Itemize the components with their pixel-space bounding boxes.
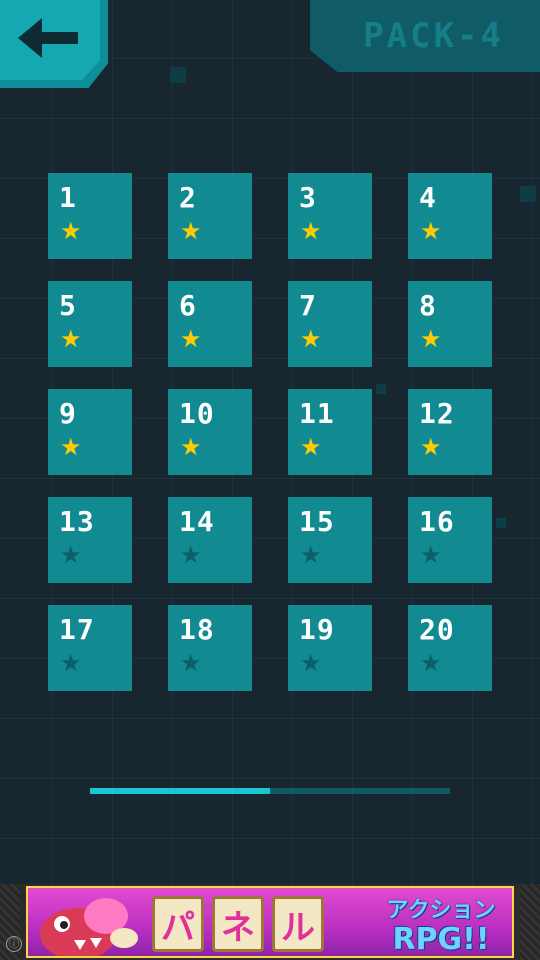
pack-title-tab: PACK-4: [310, 0, 540, 72]
level-number: 6: [179, 289, 197, 322]
star-earned-icon: ★: [300, 217, 322, 245]
ad-tagline-bottom: RPG!!: [392, 922, 490, 957]
star-earned-icon: ★: [300, 325, 322, 353]
star-earned-icon: ★: [420, 433, 442, 461]
level-grid: 1 ★ 2 ★ 3 ★ 4 ★ 5 ★ 6 ★ 7 ★ 8 ★ 9 ★ 10 ★ 11 ★ 12 ★ 13 ★ 14 ★ 15 ★ 16 ★ 1…: [48, 173, 492, 691]
level-tile-10[interactable]: 10 ★: [168, 389, 252, 475]
level-number: 11: [299, 397, 335, 430]
star-earned-icon: ★: [60, 217, 82, 245]
level-number: 13: [59, 505, 95, 538]
level-number: 1: [59, 181, 77, 214]
level-number: 7: [299, 289, 317, 322]
star-empty-icon: ★: [420, 649, 442, 677]
arrow-left-icon: [18, 18, 78, 58]
ad-banner-image[interactable]: パ ネ ル アクション RPG!!: [26, 886, 514, 958]
star-earned-icon: ★: [180, 433, 202, 461]
level-tile-3[interactable]: 3 ★: [288, 173, 372, 259]
star-earned-icon: ★: [420, 325, 442, 353]
ad-title-block: ネ: [212, 896, 264, 952]
level-tile-13[interactable]: 13 ★: [48, 497, 132, 583]
level-number: 12: [419, 397, 455, 430]
back-button[interactable]: [0, 0, 108, 88]
level-number: 10: [179, 397, 215, 430]
level-tile-2[interactable]: 2 ★: [168, 173, 252, 259]
star-empty-icon: ★: [300, 649, 322, 677]
level-tile-1[interactable]: 1 ★: [48, 173, 132, 259]
star-earned-icon: ★: [60, 325, 82, 353]
level-number: 2: [179, 181, 197, 214]
level-number: 8: [419, 289, 437, 322]
star-empty-icon: ★: [300, 541, 322, 569]
level-number: 5: [59, 289, 77, 322]
level-number: 19: [299, 613, 335, 646]
level-number: 16: [419, 505, 455, 538]
level-number: 17: [59, 613, 95, 646]
ad-info-icon[interactable]: ⓘ: [6, 936, 22, 952]
star-earned-icon: ★: [180, 217, 202, 245]
level-tile-4[interactable]: 4 ★: [408, 173, 492, 259]
level-tile-14[interactable]: 14 ★: [168, 497, 252, 583]
level-tile-17[interactable]: 17 ★: [48, 605, 132, 691]
star-earned-icon: ★: [300, 433, 322, 461]
decor-square: [170, 67, 186, 83]
pack-progress-bar: [90, 788, 450, 794]
level-number: 20: [419, 613, 455, 646]
ad-edge-right: [520, 884, 540, 960]
pack-progress-fill: [90, 788, 270, 794]
ad-title-blocks: パ ネ ル: [152, 896, 324, 952]
level-tile-7[interactable]: 7 ★: [288, 281, 372, 367]
ad-title-block: ル: [272, 896, 324, 952]
level-number: 14: [179, 505, 215, 538]
level-number: 3: [299, 181, 317, 214]
ad-tagline-top: アクション: [386, 898, 496, 923]
star-earned-icon: ★: [60, 433, 82, 461]
level-tile-12[interactable]: 12 ★: [408, 389, 492, 475]
star-empty-icon: ★: [180, 649, 202, 677]
ad-title-block: パ: [152, 896, 204, 952]
level-tile-6[interactable]: 6 ★: [168, 281, 252, 367]
level-number: 18: [179, 613, 215, 646]
level-number: 9: [59, 397, 77, 430]
star-empty-icon: ★: [60, 541, 82, 569]
star-earned-icon: ★: [180, 325, 202, 353]
level-number: 15: [299, 505, 335, 538]
star-earned-icon: ★: [420, 217, 442, 245]
star-empty-icon: ★: [420, 541, 442, 569]
level-tile-9[interactable]: 9 ★: [48, 389, 132, 475]
level-tile-11[interactable]: 11 ★: [288, 389, 372, 475]
level-tile-20[interactable]: 20 ★: [408, 605, 492, 691]
level-tile-8[interactable]: 8 ★: [408, 281, 492, 367]
decor-square: [520, 186, 536, 202]
level-tile-15[interactable]: 15 ★: [288, 497, 372, 583]
level-tile-19[interactable]: 19 ★: [288, 605, 372, 691]
level-tile-18[interactable]: 18 ★: [168, 605, 252, 691]
monster-mascot-icon: [40, 898, 138, 956]
ad-banner[interactable]: パ ネ ル アクション RPG!! ⓘ: [0, 884, 540, 960]
pack-title: PACK-4: [363, 16, 504, 56]
star-empty-icon: ★: [60, 649, 82, 677]
level-tile-16[interactable]: 16 ★: [408, 497, 492, 583]
star-empty-icon: ★: [180, 541, 202, 569]
level-number: 4: [419, 181, 437, 214]
decor-square: [496, 518, 506, 528]
level-tile-5[interactable]: 5 ★: [48, 281, 132, 367]
